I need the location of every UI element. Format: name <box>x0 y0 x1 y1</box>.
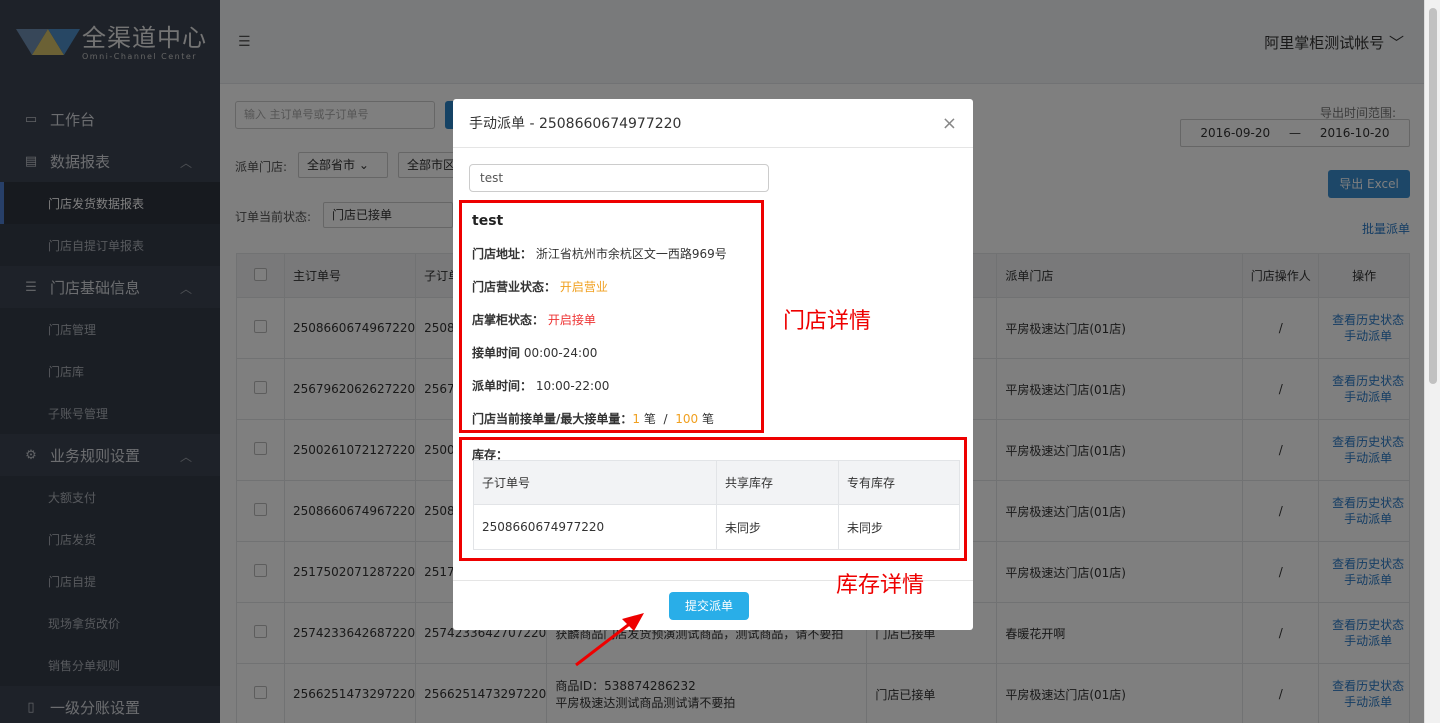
unit-label: 笔 <box>701 412 714 426</box>
col-sub-order: 子订单号 <box>473 460 717 505</box>
red-arrow-icon <box>575 613 644 667</box>
accept-time-label: 接单时间 <box>472 346 521 360</box>
accept-time-line: 接单时间 00:00-24:00 <box>472 344 597 361</box>
store-counter-line: 店掌柜状态： 开启接单 <box>472 311 596 328</box>
dispatch-time-line: 派单时间： 10:00-22:00 <box>472 377 609 394</box>
stock-sub-order: 2508660674977220 <box>473 504 717 550</box>
col-shared-stock: 共享库存 <box>716 460 839 505</box>
dispatch-time-label: 派单时间： <box>472 379 533 393</box>
store-detail-annotation: 门店详情 <box>783 309 872 334</box>
store-address-line: 门店地址： 浙江省杭州市余杭区文一西路969号 <box>472 245 727 262</box>
capacity-line: 门店当前接单量/最大接单量：1 笔 / 100 笔 <box>472 410 714 427</box>
page-scrollbar[interactable] <box>1424 0 1440 723</box>
current-orders: 1 <box>632 412 641 426</box>
submit-dispatch-button[interactable]: 提交派单 <box>669 592 749 620</box>
store-counter-status: 开启接单 <box>547 313 596 327</box>
store-address: 浙江省杭州市余杭区文一西路969号 <box>535 247 727 261</box>
col-exclusive-stock: 专有库存 <box>838 460 960 505</box>
stock-detail-box: 库存： 子订单号 共享库存 专有库存 2508660674977220 未同步 … <box>459 437 967 561</box>
store-business-line: 门店营业状态： 开启营业 <box>472 278 608 295</box>
stock-detail-annotation: 库存详情 <box>836 573 925 598</box>
store-detail-box: test 门店地址： 浙江省杭州市余杭区文一西路969号 门店营业状态： 开启营… <box>459 200 764 433</box>
capacity-label: 门店当前接单量/最大接单量： <box>472 412 633 426</box>
table-row: 2508660674977220 未同步 未同步 <box>473 504 960 550</box>
accept-time: 00:00-24:00 <box>523 346 598 360</box>
modal-title: 手动派单 - 2508660674977220 <box>453 99 973 148</box>
stock-exclusive: 未同步 <box>838 504 960 550</box>
dispatch-time: 10:00-22:00 <box>535 379 610 393</box>
max-orders: 100 <box>675 412 699 426</box>
manual-dispatch-modal: 手动派单 - 2508660674977220 × test test 门店地址… <box>453 99 973 630</box>
store-select-input[interactable]: test <box>469 164 769 192</box>
stock-header-row: 子订单号 共享库存 专有库存 <box>473 460 960 505</box>
store-business-label: 门店营业状态： <box>472 280 557 294</box>
close-icon[interactable]: × <box>942 113 957 134</box>
scrollbar-thumb[interactable] <box>1429 8 1437 384</box>
store-address-label: 门店地址： <box>472 247 533 261</box>
slash: / <box>663 412 668 426</box>
store-name: test <box>472 213 504 229</box>
stock-shared: 未同步 <box>716 504 839 550</box>
unit-label: 笔 <box>643 412 656 426</box>
stock-table: 子订单号 共享库存 专有库存 2508660674977220 未同步 未同步 <box>473 460 960 550</box>
store-business-status: 开启营业 <box>559 280 608 294</box>
store-counter-label: 店掌柜状态： <box>472 313 545 327</box>
